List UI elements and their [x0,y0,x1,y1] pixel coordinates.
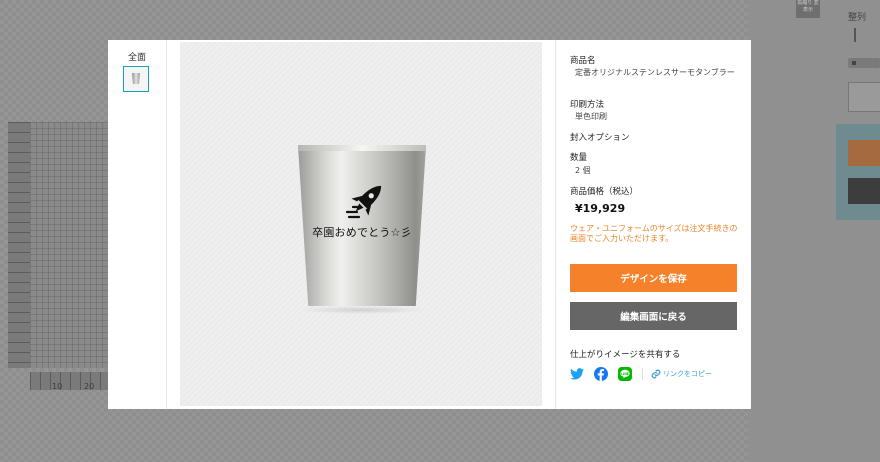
align-icon [854,28,866,42]
bg-orange-swatch [848,140,880,166]
tumbler-rim [298,145,426,151]
save-design-button[interactable]: デザインを保存 [570,264,737,292]
price-label: 商品価格（税込） [570,187,639,197]
twitter-icon[interactable] [570,367,584,381]
ruler-tick-label: 10 [52,382,63,391]
share-row: LINE リンクをコピー [570,366,712,382]
quantity-value: 2 個 [575,166,591,175]
product-name-value: 定番オリジナルステンレスサーモタンブラー [575,68,735,77]
copy-link-button[interactable]: リンクをコピー [651,369,712,379]
order-info-panel: 商品名 定番オリジナルステンレスサーモタンブラー 印刷方法 単色印刷 封入オプシ… [555,40,751,409]
size-notice: ウェア・ユニフォームのサイズは注文手続きの画面でご入力いただけます。 [570,224,738,243]
thumbnail-front[interactable] [123,66,149,92]
share-label: 仕上がりイメージを共有する [570,350,681,360]
zoom-toggle-button: 拡縮り 変表示 [796,0,820,18]
facebook-icon[interactable] [594,367,608,381]
cup-print-text: 卒園おめでとう☆彡 [312,226,412,239]
print-method-value: 単色印刷 [575,112,607,121]
line-icon[interactable]: LINE [618,367,632,381]
thumbnail-column: 全面 [108,40,167,409]
align-label: 整列 [848,13,867,23]
horizontal-ruler: 10 20 [30,372,120,391]
rocket-icon [345,185,382,219]
bg-color-panel [836,124,880,220]
thumbnail-label: 全面 [127,53,146,63]
product-name-label: 商品名 [570,56,596,66]
bg-input-box [848,82,880,112]
vertical-ruler [8,122,30,368]
copy-link-label: リンクをコピー [663,370,712,378]
enclosure-option-label: 封入オプション [570,133,630,143]
right-tool-panel [748,0,880,462]
svg-text:LINE: LINE [621,372,629,376]
print-method-label: 印刷方法 [570,100,605,110]
ruler-tick-label: 20 [84,382,95,391]
link-icon [651,369,661,379]
product-preview: 卒園おめでとう☆彡 [180,42,542,406]
bg-slider [848,58,880,68]
back-to-editor-button[interactable]: 編集画面に戻る [570,302,737,330]
thumbnail-cup-image [132,73,140,84]
preview-modal: 全面 卒園おめでとう☆彡 商品名 定番オリジナルステンレスサーモタンブラー 印刷… [108,40,751,409]
canvas-grid [30,122,120,368]
share-divider [642,368,643,380]
price-value: ¥19,929 [575,202,626,215]
quantity-label: 数量 [570,153,588,163]
bg-dark-swatch [848,178,880,204]
cup-shadow [298,306,426,314]
